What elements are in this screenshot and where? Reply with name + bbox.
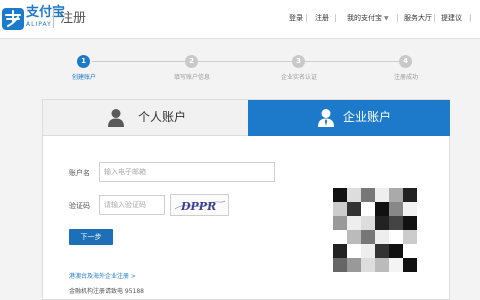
qr-cell xyxy=(361,230,375,244)
qr-cell xyxy=(375,202,389,216)
overseas-register-link[interactable]: 港澳台及海外企业注册 > xyxy=(69,273,136,281)
step-3-label: 企业实名认证 xyxy=(280,74,317,81)
qr-cell xyxy=(333,216,347,230)
qr-cell xyxy=(361,258,375,272)
logo-subtext: ALIPAY xyxy=(26,21,52,28)
qr-cell xyxy=(347,230,361,244)
qr-cell xyxy=(333,230,347,244)
qr-cell xyxy=(389,244,403,258)
tab-personal-label: 个人账户 xyxy=(138,110,187,124)
captcha-text: DPPR xyxy=(180,200,216,213)
nav-my-alipay-label: 我的支付宝 xyxy=(347,14,382,22)
step-1-label: 创建账户 xyxy=(71,74,96,81)
nav-feedback-link[interactable]: 提建议 xyxy=(441,14,462,23)
qr-cell xyxy=(347,188,361,202)
account-name-label: 账户名 xyxy=(69,169,90,177)
top-header: 支付宝 ALIPAY 注册 登录 注册 我的支付宝 ▼ 服务大厅 提建议 | xyxy=(0,0,480,39)
qr-cell xyxy=(403,216,417,230)
qr-cell xyxy=(361,216,375,230)
tab-personal-account[interactable]: 个人账户 xyxy=(43,100,248,136)
page-title: 注册 xyxy=(60,11,87,26)
step-2-circle: 2 xyxy=(185,55,198,68)
qr-cell xyxy=(375,230,389,244)
nav-service-hall-link[interactable]: 服务大厅 xyxy=(404,14,432,23)
qr-cell xyxy=(403,258,417,272)
qr-cell xyxy=(389,202,403,216)
step-4-label: 注册成功 xyxy=(393,74,418,81)
qr-code-image xyxy=(333,188,417,272)
nav-my-alipay-menu[interactable]: 我的支付宝 ▼ xyxy=(347,14,389,23)
account-name-input[interactable] xyxy=(99,162,275,182)
step-4-circle: 4 xyxy=(399,55,412,68)
qr-cell xyxy=(347,202,361,216)
qr-cell xyxy=(403,202,417,216)
tab-business-label: 企业账户 xyxy=(343,110,392,124)
qr-cell xyxy=(333,258,347,272)
nav-separator xyxy=(306,14,307,22)
qr-cell xyxy=(375,244,389,258)
qr-cell xyxy=(333,188,347,202)
captcha-graphic: DPPR xyxy=(174,200,226,213)
qr-cell xyxy=(361,244,375,258)
nav-more-separator: | xyxy=(469,14,472,22)
qr-cell xyxy=(389,188,403,202)
financial-institution-note: 金融机构注册请致电 95188 xyxy=(69,288,144,295)
captcha-image[interactable]: DPPR xyxy=(170,194,229,216)
nav-separator xyxy=(397,14,398,22)
chevron-down-icon: ▼ xyxy=(384,15,389,22)
qr-cell xyxy=(375,258,389,272)
qr-cell xyxy=(347,244,361,258)
person-icon xyxy=(108,109,124,127)
qr-cell xyxy=(389,230,403,244)
qr-cell xyxy=(403,244,417,258)
qr-cell xyxy=(361,188,375,202)
registration-card: 个人账户 企业账户 账户名 验证码 DPPR 下一步 港澳台及海外企业注册 > … xyxy=(42,99,450,300)
alipay-logo-icon[interactable] xyxy=(2,8,24,30)
nav-separator xyxy=(335,14,336,22)
step-2-label: 填写账户信息 xyxy=(173,74,210,81)
next-step-button[interactable]: 下一步 xyxy=(69,229,113,245)
qr-cell xyxy=(389,216,403,230)
logo-divider xyxy=(53,8,54,28)
captcha-input[interactable] xyxy=(99,195,165,215)
qr-cell xyxy=(333,202,347,216)
step-1-circle: 1 xyxy=(77,55,90,68)
qr-cell xyxy=(389,258,403,272)
business-person-icon xyxy=(318,109,334,127)
qr-cell xyxy=(403,230,417,244)
captcha-label: 验证码 xyxy=(69,202,90,210)
qr-cell xyxy=(347,216,361,230)
qr-cell xyxy=(375,216,389,230)
qr-cell xyxy=(361,202,375,216)
nav-register-link[interactable]: 注册 xyxy=(315,14,329,23)
qr-cell xyxy=(403,188,417,202)
tab-business-account[interactable]: 企业账户 xyxy=(248,100,450,136)
step-3-circle: 3 xyxy=(292,55,305,68)
qr-cell xyxy=(347,258,361,272)
nav-separator xyxy=(434,14,435,22)
qr-cell xyxy=(333,244,347,258)
qr-cell xyxy=(375,188,389,202)
progress-track-segment xyxy=(92,61,184,62)
nav-login-link[interactable]: 登录 xyxy=(289,14,303,23)
